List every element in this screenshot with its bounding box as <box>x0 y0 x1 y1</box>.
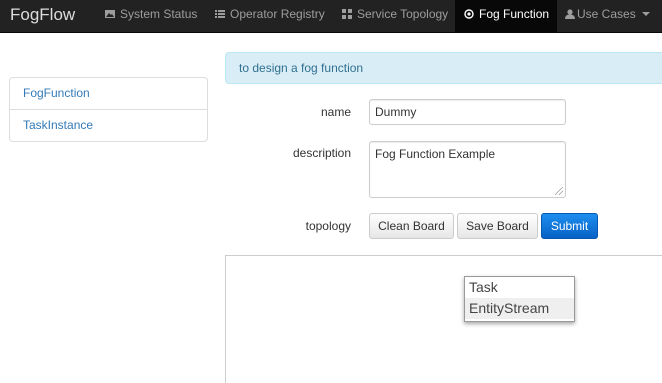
resize-handle-icon[interactable] <box>555 187 563 195</box>
menu-item-entitystream[interactable]: EntityStream <box>465 298 574 319</box>
top-navbar: FogFlow System Status Operator Registry … <box>0 0 662 33</box>
grid-icon <box>342 9 352 19</box>
nav-system-status[interactable]: System Status <box>97 0 207 33</box>
description-value: Fog Function Example <box>375 147 496 161</box>
clean-board-button[interactable]: Clean Board <box>369 213 454 239</box>
nav-fog-function[interactable]: Fog Function <box>455 0 557 33</box>
topology-label: topology <box>305 219 351 233</box>
chevron-down-icon <box>641 12 650 16</box>
sidebar-item-taskinstance[interactable]: TaskInstance <box>10 109 207 141</box>
board-context-menu: Task EntityStream <box>464 276 575 322</box>
sidebar-list: FogFunction TaskInstance <box>9 77 208 142</box>
nav-use-cases-dropdown[interactable]: Use Cases <box>557 0 657 33</box>
name-value: Dummy <box>375 105 417 119</box>
nav-label: Operator Registry <box>230 7 325 21</box>
nav-label: Service Topology <box>357 7 449 21</box>
target-icon <box>464 9 474 19</box>
description-label: description <box>292 146 351 160</box>
topology-board[interactable] <box>225 255 662 383</box>
nav-label: Fog Function <box>479 7 550 21</box>
user-icon <box>565 9 575 19</box>
menu-item-task[interactable]: Task <box>465 277 574 298</box>
nav-label: Use Cases <box>577 7 636 21</box>
sidebar-item-fogfunction[interactable]: FogFunction <box>10 78 207 109</box>
submit-button[interactable]: Submit <box>541 213 598 239</box>
brand-logo[interactable]: FogFlow <box>10 5 75 25</box>
picture-icon <box>105 10 115 18</box>
nav-operator-registry[interactable]: Operator Registry <box>207 0 333 33</box>
nav-label: System Status <box>120 7 198 21</box>
list-icon <box>215 10 225 18</box>
nav-service-topology[interactable]: Service Topology <box>333 0 455 33</box>
name-input[interactable]: Dummy <box>369 99 566 125</box>
save-board-button[interactable]: Save Board <box>457 213 538 239</box>
name-label: name <box>320 105 351 119</box>
description-textarea[interactable]: Fog Function Example <box>369 141 566 198</box>
info-alert: to design a fog function <box>225 52 662 84</box>
